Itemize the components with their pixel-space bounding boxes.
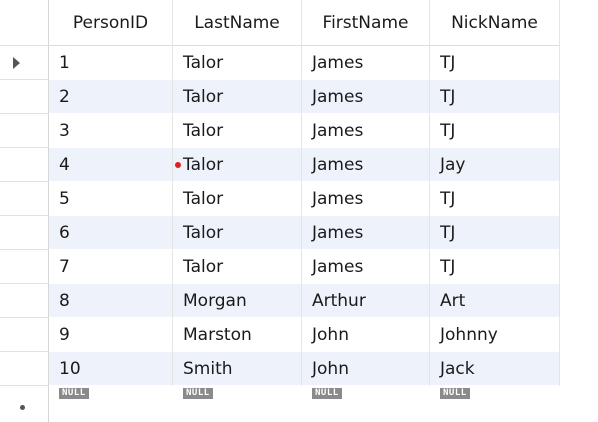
cell-lastname[interactable]: Talor — [173, 46, 302, 80]
cell-personid[interactable]: 2 — [49, 80, 173, 114]
row-selector[interactable] — [0, 284, 49, 318]
table-row[interactable]: 10 Smith John Jack — [0, 352, 560, 386]
cell-nickname[interactable]: NULL — [430, 386, 560, 422]
table-row[interactable]: 4 Talor James Jay — [0, 148, 560, 182]
cell-personid[interactable]: 6 — [49, 216, 173, 250]
new-row[interactable]: NULL NULL NULL NULL — [0, 386, 560, 422]
cell-nickname[interactable]: Jay — [430, 148, 560, 182]
cell-firstname[interactable]: John — [302, 352, 430, 386]
current-row-arrow-icon — [13, 57, 20, 69]
cell-firstname[interactable]: John — [302, 318, 430, 352]
row-selector[interactable] — [0, 148, 49, 182]
row-selector[interactable] — [0, 46, 49, 80]
edited-cell-dot-icon — [175, 161, 181, 168]
cell-nickname[interactable]: TJ — [430, 46, 560, 80]
column-header-lastname[interactable]: LastName — [173, 0, 302, 46]
row-selector[interactable] — [0, 318, 49, 352]
row-selector[interactable] — [0, 352, 49, 386]
row-selector[interactable] — [0, 386, 49, 422]
table-row[interactable]: 3 Talor James TJ — [0, 114, 560, 148]
cell-lastname[interactable]: Talor — [173, 216, 302, 250]
cell-lastname[interactable]: Talor — [173, 250, 302, 284]
cell-lastname-text: Talor — [183, 154, 224, 175]
cell-lastname[interactable]: Marston — [173, 318, 302, 352]
cell-lastname[interactable]: Morgan — [173, 284, 302, 318]
null-badge: NULL — [59, 388, 89, 399]
cell-nickname[interactable]: TJ — [430, 216, 560, 250]
table-row[interactable]: 2 Talor James TJ — [0, 80, 560, 114]
table-row[interactable]: 6 Talor James TJ — [0, 216, 560, 250]
cell-nickname[interactable]: Art — [430, 284, 560, 318]
cell-personid[interactable]: 5 — [49, 182, 173, 216]
cell-firstname[interactable]: James — [302, 216, 430, 250]
cell-personid[interactable]: 9 — [49, 318, 173, 352]
cell-personid[interactable]: 3 — [49, 114, 173, 148]
row-selector[interactable] — [0, 250, 49, 284]
row-selector[interactable] — [0, 216, 49, 250]
cell-firstname[interactable]: James — [302, 114, 430, 148]
cell-personid[interactable]: 8 — [49, 284, 173, 318]
null-badge: NULL — [440, 388, 470, 399]
cell-lastname[interactable]: Talor — [173, 148, 302, 182]
cell-personid[interactable]: 7 — [49, 250, 173, 284]
row-selector[interactable] — [0, 80, 49, 114]
cell-firstname[interactable]: James — [302, 46, 430, 80]
cell-firstname[interactable]: James — [302, 182, 430, 216]
new-row-dot-icon — [20, 405, 25, 410]
table-row[interactable]: 8 Morgan Arthur Art — [0, 284, 560, 318]
column-header-firstname[interactable]: FirstName — [302, 0, 430, 46]
cell-lastname[interactable]: Talor — [173, 182, 302, 216]
cell-nickname[interactable]: Johnny — [430, 318, 560, 352]
cell-lastname[interactable]: Talor — [173, 80, 302, 114]
cell-nickname[interactable]: Jack — [430, 352, 560, 386]
cell-lastname[interactable]: Smith — [173, 352, 302, 386]
cell-personid[interactable]: 1 — [49, 46, 173, 80]
row-selector[interactable] — [0, 182, 49, 216]
table-row[interactable]: 9 Marston John Johnny — [0, 318, 560, 352]
cell-nickname[interactable]: TJ — [430, 80, 560, 114]
null-badge: NULL — [312, 388, 342, 399]
cell-nickname[interactable]: TJ — [430, 114, 560, 148]
cell-personid[interactable]: NULL — [49, 386, 173, 422]
table-row[interactable]: 1 Talor James TJ — [0, 46, 560, 80]
header-gutter — [0, 0, 49, 46]
row-selector[interactable] — [0, 114, 49, 148]
cell-firstname[interactable]: NULL — [302, 386, 430, 422]
result-grid[interactable]: PersonID LastName FirstName NickName 1 T… — [0, 0, 560, 422]
cell-firstname[interactable]: Arthur — [302, 284, 430, 318]
table-row[interactable]: 5 Talor James TJ — [0, 182, 560, 216]
column-header-personid[interactable]: PersonID — [49, 0, 173, 46]
grid-header-row: PersonID LastName FirstName NickName — [0, 0, 560, 46]
cell-personid[interactable]: 10 — [49, 352, 173, 386]
column-header-nickname[interactable]: NickName — [430, 0, 560, 46]
cell-personid[interactable]: 4 — [49, 148, 173, 182]
null-badge: NULL — [183, 388, 213, 399]
cell-lastname[interactable]: Talor — [173, 114, 302, 148]
cell-firstname[interactable]: James — [302, 148, 430, 182]
cell-lastname[interactable]: NULL — [173, 386, 302, 422]
cell-firstname[interactable]: James — [302, 80, 430, 114]
cell-firstname[interactable]: James — [302, 250, 430, 284]
cell-nickname[interactable]: TJ — [430, 250, 560, 284]
cell-nickname[interactable]: TJ — [430, 182, 560, 216]
table-row[interactable]: 7 Talor James TJ — [0, 250, 560, 284]
